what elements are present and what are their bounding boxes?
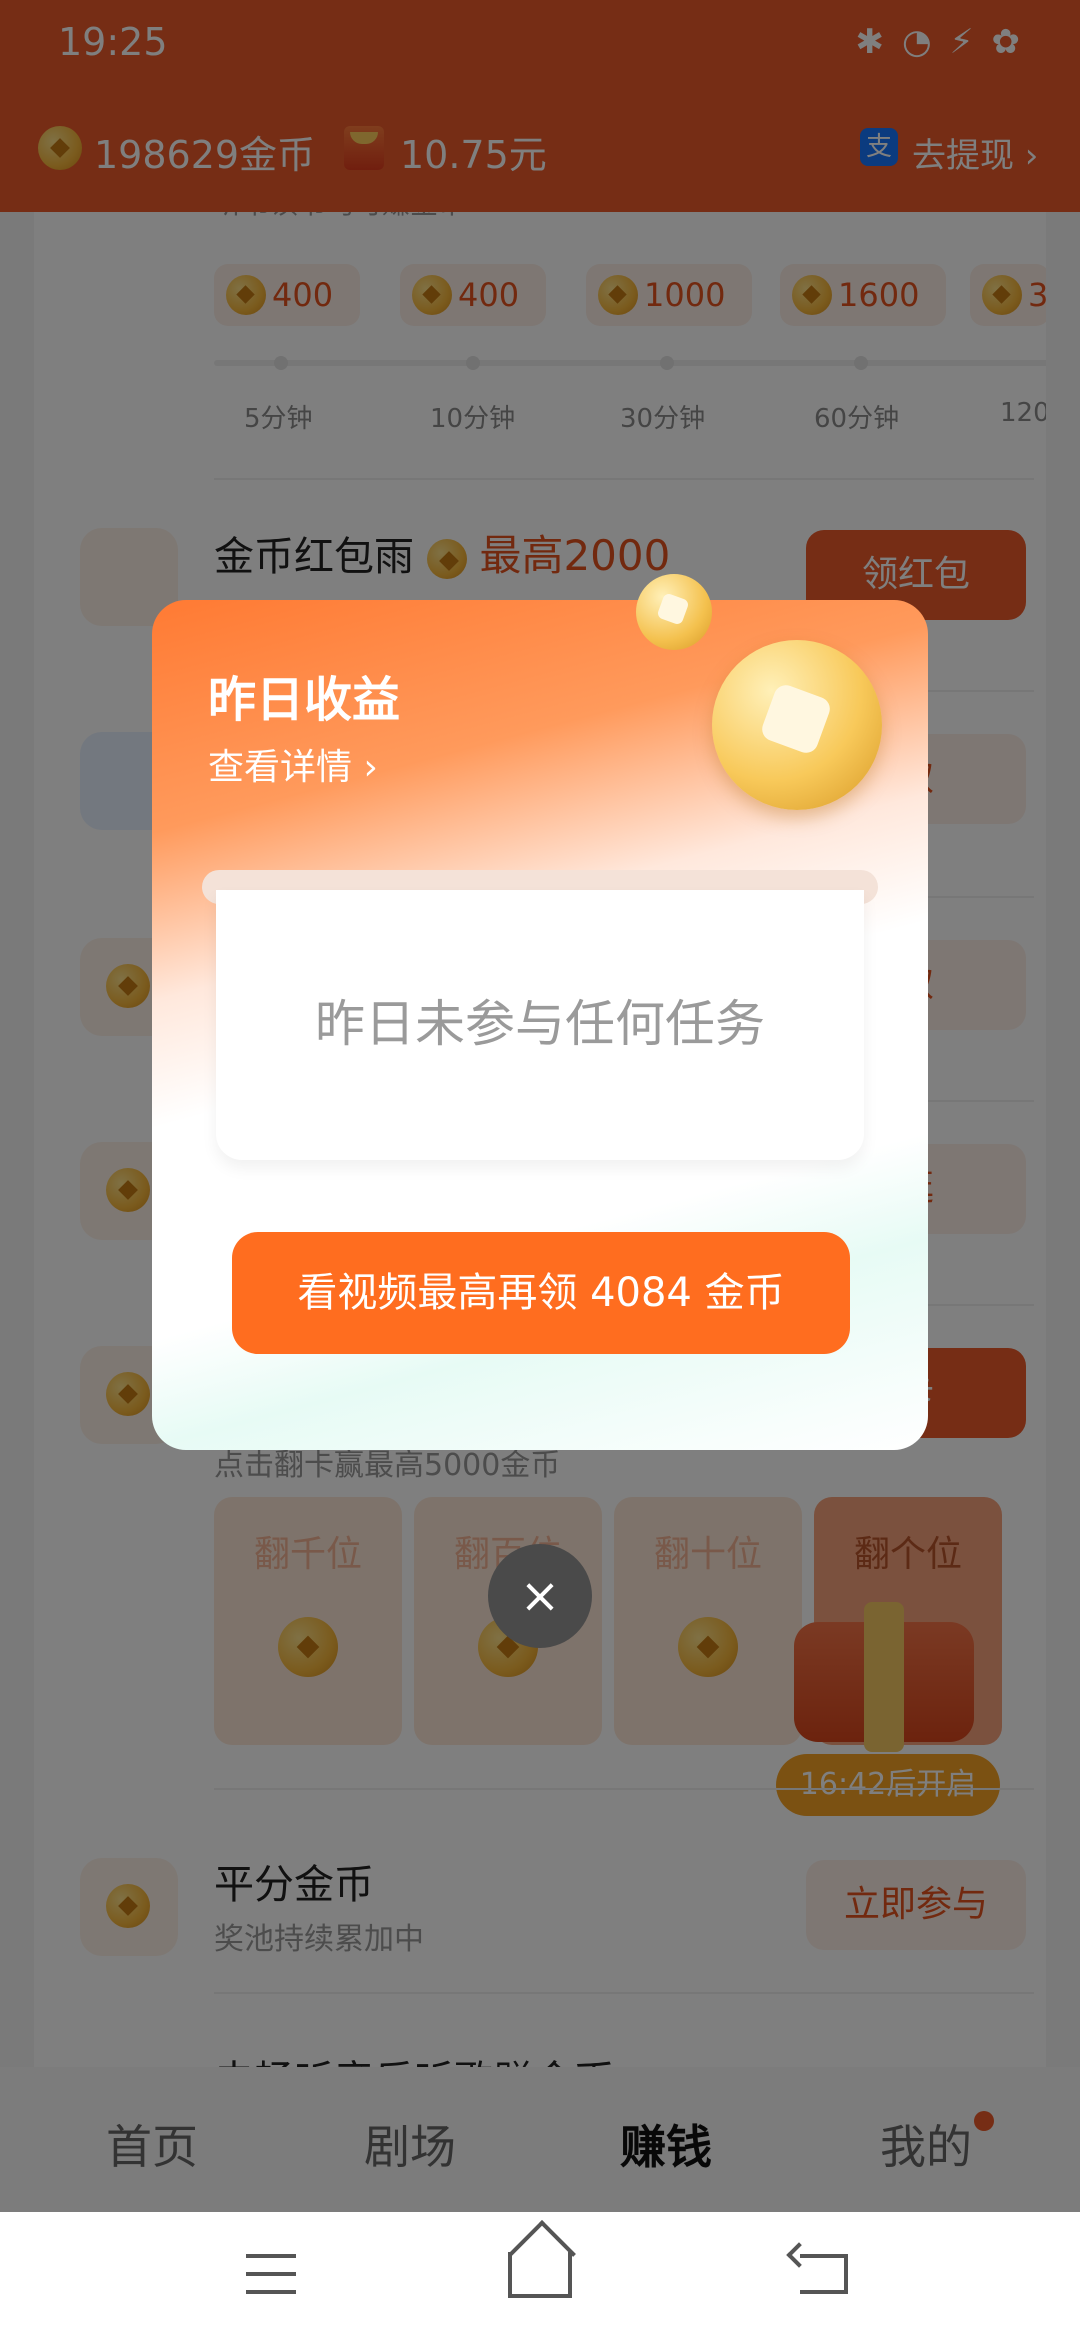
watch-video-cta-button[interactable]: 看视频最高再领 4084 金币 [232, 1232, 850, 1354]
small-coin-icon [636, 574, 712, 650]
view-details-link[interactable]: 查看详情 › [208, 738, 378, 790]
home-icon[interactable] [508, 2252, 572, 2298]
modal-title: 昨日收益 [208, 672, 401, 728]
close-icon[interactable]: × [488, 1544, 592, 1648]
empty-earnings-text: 昨日未参与任何任务 [315, 995, 765, 1053]
back-icon[interactable] [800, 2254, 848, 2294]
yesterday-earnings-modal: 昨日收益 查看详情 › 昨日未参与任何任务 看视频最高再领 4084 金币 [152, 600, 928, 1450]
system-nav-bar [0, 2212, 1080, 2340]
gold-coin-icon [712, 640, 882, 810]
menu-icon[interactable] [246, 2254, 296, 2294]
earnings-receipt: 昨日未参与任何任务 [216, 890, 864, 1160]
